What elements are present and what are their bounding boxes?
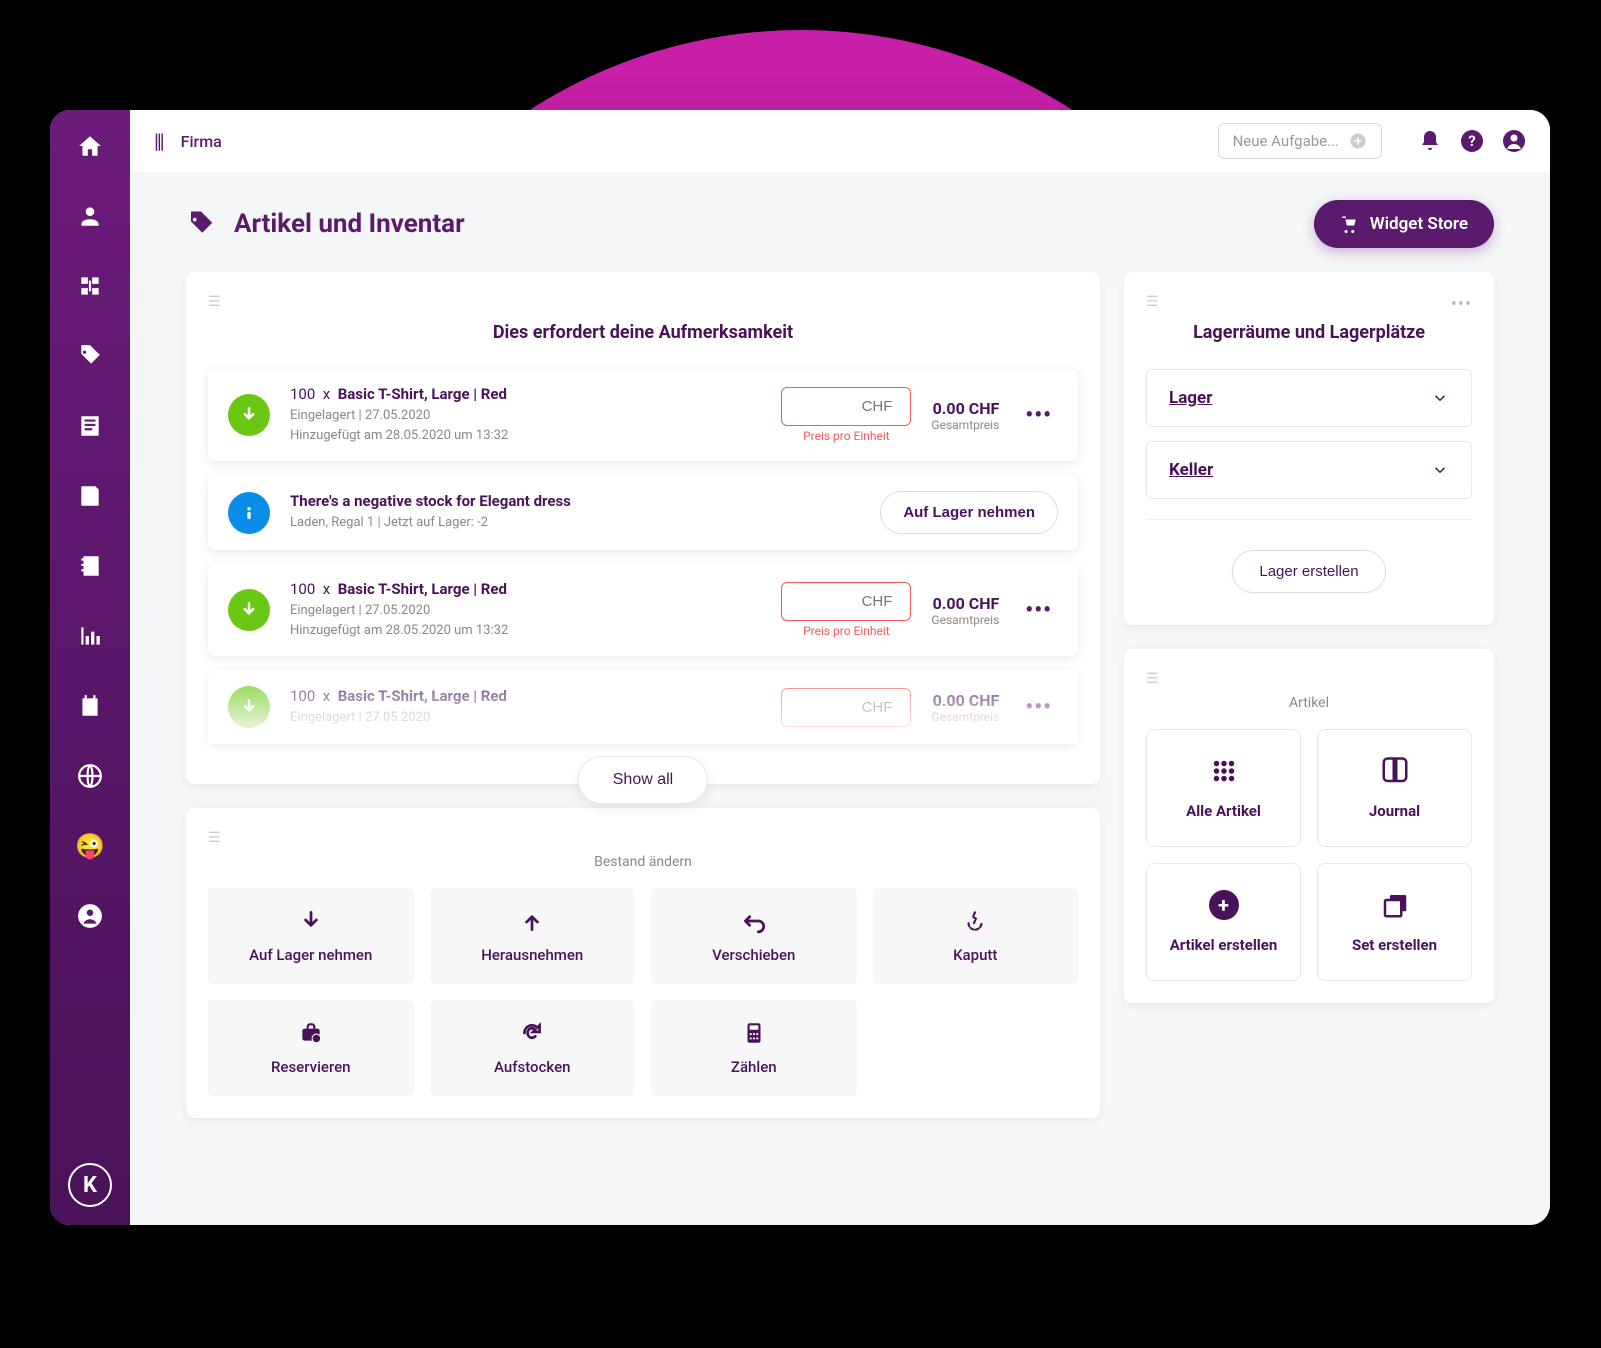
drag-handle-icon[interactable]: ☰	[208, 294, 1078, 310]
article-tile-book[interactable]: Journal	[1317, 729, 1472, 847]
app-logo-icon[interactable]: K	[68, 1163, 112, 1207]
notebook-icon[interactable]	[76, 552, 104, 580]
more-icon[interactable]: •••	[1019, 598, 1058, 623]
price-input[interactable]	[781, 688, 911, 727]
article-tile-grid[interactable]: Alle Artikel	[1146, 729, 1301, 847]
arrow-down-icon	[228, 394, 270, 436]
action-broken[interactable]: Kaputt	[873, 888, 1079, 984]
articles-card: ☰ Artikel Alle ArtikelJournal+Artikel er…	[1124, 649, 1494, 1003]
attention-item[interactable]: 100 x Basic T-Shirt, Large | Red Eingela…	[208, 670, 1078, 744]
article-tile-plus[interactable]: +Artikel erstellen	[1146, 863, 1301, 981]
cart-icon	[1340, 215, 1358, 233]
org-icon[interactable]	[76, 272, 104, 300]
total-label: Gesamtpreis	[931, 613, 999, 627]
article-tile-stack[interactable]: Set erstellen	[1317, 863, 1472, 981]
drag-handle-icon[interactable]: ☰	[1146, 671, 1472, 687]
attention-card: ☰ Dies erfordert deine Aufmerksamkeit 10…	[186, 272, 1100, 784]
contacts-icon[interactable]	[76, 412, 104, 440]
breadcrumb[interactable]: Firma	[181, 132, 222, 151]
change-stock-card: ☰ Bestand ändern Auf Lager nehmenHerausn…	[186, 808, 1100, 1118]
put-on-stock-button[interactable]: Auf Lager nehmen	[880, 491, 1058, 534]
price-input[interactable]	[781, 387, 911, 426]
change-stock-title: Bestand ändern	[208, 854, 1078, 870]
plus-circle-icon: +	[1209, 890, 1239, 920]
page-title: Artikel und Inventar	[234, 209, 465, 239]
arrow-down-icon	[228, 589, 270, 631]
storage-item[interactable]: Lager	[1146, 369, 1472, 427]
action-calculator[interactable]: Zählen	[651, 1000, 857, 1096]
chevron-down-icon	[1431, 389, 1449, 407]
total-label: Gesamtpreis	[931, 418, 999, 432]
total-value: 0.00 CHF	[931, 594, 999, 613]
globe-icon[interactable]	[76, 762, 104, 790]
attention-item[interactable]: 100 x Basic T-Shirt, Large | Red Eingela…	[208, 369, 1078, 461]
action-briefcase[interactable]: Reservieren	[208, 1000, 414, 1096]
more-icon[interactable]: •••	[1019, 695, 1058, 720]
article-grid: Alle ArtikelJournal+Artikel erstellenSet…	[1146, 729, 1472, 981]
calendar-icon[interactable]	[76, 692, 104, 720]
main-area: ||| Firma Neue Aufgabe... ? Artikel und …	[130, 110, 1550, 1225]
widget-store-label: Widget Store	[1370, 214, 1468, 234]
action-refresh[interactable]: Aufstocken	[430, 1000, 636, 1096]
total-value: 0.00 CHF	[931, 691, 999, 710]
content: ☰ Dies erfordert deine Aufmerksamkeit 10…	[130, 272, 1550, 1225]
tasks-icon[interactable]	[76, 482, 104, 510]
new-task-button[interactable]: Neue Aufgabe...	[1218, 123, 1382, 159]
action-grid: Auf Lager nehmenHerausnehmenVerschiebenK…	[208, 888, 1078, 1096]
create-storage-button[interactable]: Lager erstellen	[1232, 550, 1385, 593]
action-arrow-up[interactable]: Herausnehmen	[430, 888, 636, 984]
total-label: Gesamtpreis	[931, 710, 999, 724]
emoji-icon[interactable]: 😜	[76, 832, 104, 860]
info-icon	[228, 492, 270, 534]
price-hint: Preis pro Einheit	[803, 624, 890, 638]
bell-icon[interactable]	[1418, 129, 1442, 153]
users-icon[interactable]	[76, 202, 104, 230]
card-menu-icon[interactable]: •••	[1451, 294, 1472, 315]
svg-text:?: ?	[1468, 132, 1475, 150]
drag-handle-icon[interactable]: ☰	[1146, 294, 1472, 310]
action-return[interactable]: Verschieben	[651, 888, 857, 984]
attention-title: Dies erfordert deine Aufmerksamkeit	[208, 322, 1078, 343]
avatar-icon[interactable]	[1502, 129, 1526, 153]
widget-store-button[interactable]: Widget Store	[1314, 200, 1494, 248]
more-icon[interactable]: •••	[1019, 403, 1058, 428]
storage-item[interactable]: Keller	[1146, 441, 1472, 499]
tag-icon	[186, 209, 216, 239]
storage-list: Lager Keller	[1146, 369, 1472, 499]
action-arrow-down[interactable]: Auf Lager nehmen	[208, 888, 414, 984]
plus-circle-icon	[1349, 132, 1367, 150]
menu-toggle-icon[interactable]: |||	[154, 129, 163, 153]
price-input[interactable]	[781, 582, 911, 621]
new-task-label: Neue Aufgabe...	[1233, 132, 1339, 150]
arrow-down-icon	[228, 686, 270, 728]
show-all-button[interactable]: Show all	[578, 756, 708, 804]
profile-icon[interactable]	[76, 902, 104, 930]
chevron-down-icon	[1431, 461, 1449, 479]
tag-icon[interactable]	[76, 342, 104, 370]
topbar: ||| Firma Neue Aufgabe... ?	[130, 110, 1550, 172]
attention-item[interactable]: 100 x Basic T-Shirt, Large | Red Eingela…	[208, 564, 1078, 656]
page-header: Artikel und Inventar Widget Store	[130, 172, 1550, 272]
price-hint: Preis pro Einheit	[803, 429, 890, 443]
articles-title: Artikel	[1146, 695, 1472, 711]
chart-icon[interactable]	[76, 622, 104, 650]
help-icon[interactable]: ?	[1460, 129, 1484, 153]
attention-list: 100 x Basic T-Shirt, Large | Red Eingela…	[208, 369, 1078, 744]
drag-handle-icon[interactable]: ☰	[208, 830, 1078, 846]
home-icon[interactable]	[76, 132, 104, 160]
storage-title: Lagerräume und Lagerplätze	[1146, 322, 1472, 343]
total-value: 0.00 CHF	[931, 399, 999, 418]
sidebar: 😜 K	[50, 110, 130, 1225]
app-window: 😜 K ||| Firma Neue Aufgabe... ? Artikel …	[50, 110, 1550, 1225]
attention-item-warning[interactable]: There's a negative stock for Elegant dre…	[208, 475, 1078, 550]
storage-card: ☰ ••• Lagerräume und Lagerplätze Lager Ke…	[1124, 272, 1494, 625]
